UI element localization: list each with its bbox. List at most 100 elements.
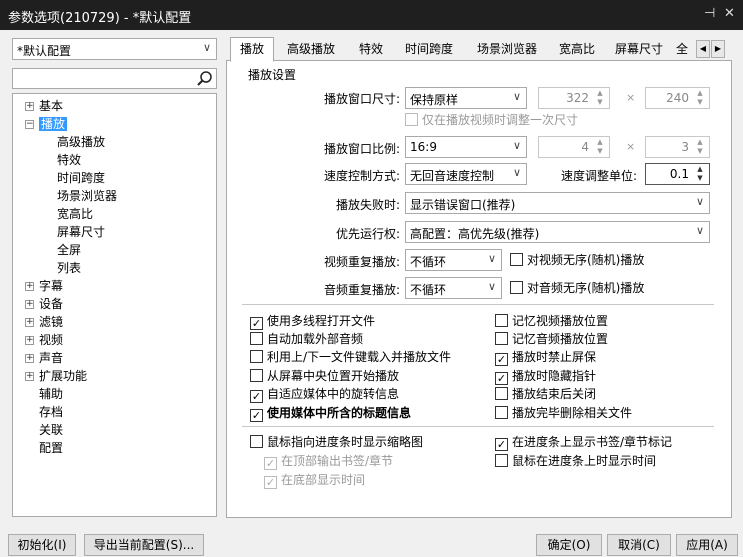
fail-label: 播放失败时: — [335, 198, 400, 212]
tree-item-time-span[interactable]: 时间跨度 — [57, 170, 105, 187]
expand-icon[interactable]: + — [25, 282, 34, 291]
search-icon[interactable] — [196, 70, 213, 87]
tree-item-basic[interactable]: + 基本 — [25, 98, 63, 115]
video-shuffle-checkbox[interactable]: 对视频无序(随机)播放 — [510, 252, 644, 268]
close-after-play-checkbox[interactable]: 播放结束后关闭 — [495, 386, 596, 402]
window-title: 参数选项(210729) - *默认配置 — [8, 11, 192, 26]
init-button[interactable]: 初始化(I) — [8, 534, 76, 556]
remember-audio-pos-checkbox[interactable]: 记忆音频播放位置 — [495, 331, 608, 347]
speed-unit-value: 0.1 — [669, 167, 689, 181]
tab-time-span[interactable]: 时间跨度 — [396, 37, 462, 61]
tree-item-accessibility[interactable]: 辅助 — [39, 386, 63, 403]
export-config-button[interactable]: 导出当前配置(S)... — [84, 534, 204, 556]
collapse-icon[interactable]: − — [25, 120, 34, 129]
expand-icon[interactable]: + — [25, 300, 34, 309]
rotation-info-checkbox[interactable]: ✓ 自适应媒体中的旋转信息 — [250, 386, 399, 403]
tree-item-audio[interactable]: + 声音 — [25, 350, 63, 367]
tab-scroll-right-icon[interactable]: ▶ — [711, 40, 725, 58]
tree-item-label: 声音 — [39, 351, 64, 365]
disable-screensaver-checkbox[interactable]: ✓ 播放时禁止屏保 — [495, 349, 596, 366]
multithread-checkbox[interactable]: ✓ 使用多线程打开文件 — [250, 313, 375, 330]
expand-icon[interactable]: + — [25, 354, 34, 363]
tree-item-aspect-ratio[interactable]: 宽高比 — [57, 206, 93, 223]
window-size-select[interactable]: 保持原样 ∨ — [405, 87, 527, 109]
tab-advanced-playback[interactable]: 高级播放 — [278, 37, 344, 61]
delete-after-play-checkbox[interactable]: 播放完毕删除相关文件 — [495, 405, 632, 421]
tree-item-advanced-playback[interactable]: 高级播放 — [57, 134, 105, 151]
tree-item-label: 设备 — [39, 297, 64, 311]
apply-button[interactable]: 应用(A) — [676, 534, 738, 556]
tree-item-scene-browser[interactable]: 场景浏览器 — [57, 188, 117, 205]
video-repeat-select[interactable]: 不循环 ∨ — [405, 249, 502, 271]
audio-repeat-select[interactable]: 不循环 ∨ — [405, 277, 502, 299]
expand-icon[interactable]: + — [25, 102, 34, 111]
spin-arrows-icon[interactable]: ▲ ▼ — [693, 89, 707, 107]
spin-arrows-icon[interactable]: ▲ ▼ — [693, 138, 707, 156]
tree-item-extensions[interactable]: + 扩展功能 — [25, 368, 87, 385]
expand-icon[interactable]: + — [25, 318, 34, 327]
checkbox-box: ✓ — [250, 390, 263, 403]
tree-item-archive[interactable]: 存档 — [39, 404, 63, 421]
window-width-spinner[interactable]: 322 ▲ ▼ — [538, 87, 610, 109]
tree-item-fullscreen[interactable]: 全屏 — [57, 242, 81, 259]
cancel-button[interactable]: 取消(C) — [607, 534, 671, 556]
window-size-value: 保持原样 — [410, 93, 459, 107]
prev-next-load-checkbox[interactable]: 利用上/下一文件键载入并播放文件 — [250, 349, 451, 365]
ratio-width-spinner[interactable]: 4 ▲ ▼ — [538, 136, 610, 158]
tree-item-devices[interactable]: + 设备 — [25, 296, 63, 313]
spin-arrows-icon[interactable]: ▲ ▼ — [593, 89, 607, 107]
video-repeat-value: 不循环 — [410, 255, 447, 269]
hide-cursor-checkbox[interactable]: ✓ 播放时隐藏指针 — [495, 368, 596, 385]
tree-item-video[interactable]: + 视频 — [25, 332, 63, 349]
close-icon[interactable]: ✕ — [724, 6, 735, 21]
spin-arrows-icon[interactable]: ▲ ▼ — [593, 138, 607, 156]
tree-item-filters[interactable]: + 滤镜 — [25, 314, 63, 331]
top-bookmark-checkbox[interactable]: ✓ 在顶部输出书签/章节 — [264, 453, 393, 470]
pin-icon[interactable]: ⊣ — [704, 6, 715, 21]
center-start-checkbox[interactable]: 从屏幕中央位置开始播放 — [250, 368, 399, 384]
tree-item-playback[interactable]: − 播放 — [25, 116, 68, 133]
show-marks-checkbox[interactable]: ✓ 在进度条上显示书签/章节标记 — [495, 434, 672, 451]
search-input[interactable] — [12, 68, 217, 89]
expand-icon[interactable]: + — [25, 372, 34, 381]
tab-effects[interactable]: 特效 — [350, 37, 392, 61]
tree-item-config[interactable]: 配置 — [39, 440, 63, 457]
bottom-time-checkbox[interactable]: ✓ 在底部显示时间 — [264, 472, 365, 489]
ratio-label: 播放窗口比例: — [323, 142, 400, 156]
ratio-select[interactable]: 16:9 ∨ — [405, 136, 527, 158]
tab-scroll-left-icon[interactable]: ◀ — [696, 40, 710, 58]
tab-aspect-ratio[interactable]: 宽高比 — [551, 37, 603, 61]
audio-shuffle-checkbox[interactable]: 对音频无序(随机)播放 — [510, 280, 644, 296]
tab-playback[interactable]: 播放 — [230, 37, 274, 62]
ratio-width-value: 4 — [581, 140, 589, 154]
settings-tree: + 基本 − 播放 高级播放 特效 时间跨度 场景浏览器 宽高比 屏幕尺寸 全屏 列… — [12, 93, 217, 517]
profile-select[interactable]: *默认配置 ∨ — [12, 38, 217, 60]
ratio-height-spinner[interactable]: 3 ▲ ▼ — [645, 136, 710, 158]
tree-item-subtitles[interactable]: + 字幕 — [25, 278, 63, 295]
speed-select[interactable]: 无回音速度控制 ∨ — [405, 163, 527, 185]
window-height-spinner[interactable]: 240 ▲ ▼ — [645, 87, 710, 109]
spin-arrows-icon[interactable]: ▲ ▼ — [693, 165, 707, 183]
window-height-value: 240 — [666, 91, 689, 105]
tree-item-association[interactable]: 关联 — [39, 422, 63, 439]
expand-icon[interactable]: + — [25, 336, 34, 345]
tree-item-playlist[interactable]: 列表 — [57, 260, 81, 277]
tree-item-effects[interactable]: 特效 — [57, 152, 81, 169]
tab-screen-size[interactable]: 屏幕尺寸 — [607, 37, 671, 61]
fail-select[interactable]: 显示错误窗口(推荐) ∨ — [405, 192, 710, 214]
priority-select[interactable]: 高配置：高优先级(推荐) ∨ — [405, 221, 710, 243]
divider — [242, 426, 714, 427]
only-once-checkbox[interactable]: 仅在播放视频时调整一次尺寸 — [405, 112, 578, 128]
tree-item-screen-size[interactable]: 屏幕尺寸 — [57, 224, 105, 241]
title-info-checkbox[interactable]: ✓ 使用媒体中所含的标题信息 — [250, 405, 411, 422]
checkbox-label: 自动加载外部音频 — [267, 332, 364, 346]
checkbox-box — [495, 454, 508, 467]
speed-unit-spinner[interactable]: 0.1 ▲ ▼ — [645, 163, 710, 185]
tab-fullscreen[interactable]: 全 — [675, 37, 695, 61]
auto-load-audio-checkbox[interactable]: 自动加载外部音频 — [250, 331, 363, 347]
hover-time-checkbox[interactable]: 鼠标在进度条上时显示时间 — [495, 453, 656, 469]
ok-button[interactable]: 确定(O) — [536, 534, 602, 556]
tab-scene-browser[interactable]: 场景浏览器 — [468, 37, 546, 61]
thumbnail-checkbox[interactable]: 鼠标指向进度条时显示缩略图 — [250, 434, 423, 450]
remember-video-pos-checkbox[interactable]: 记忆视频播放位置 — [495, 313, 608, 329]
